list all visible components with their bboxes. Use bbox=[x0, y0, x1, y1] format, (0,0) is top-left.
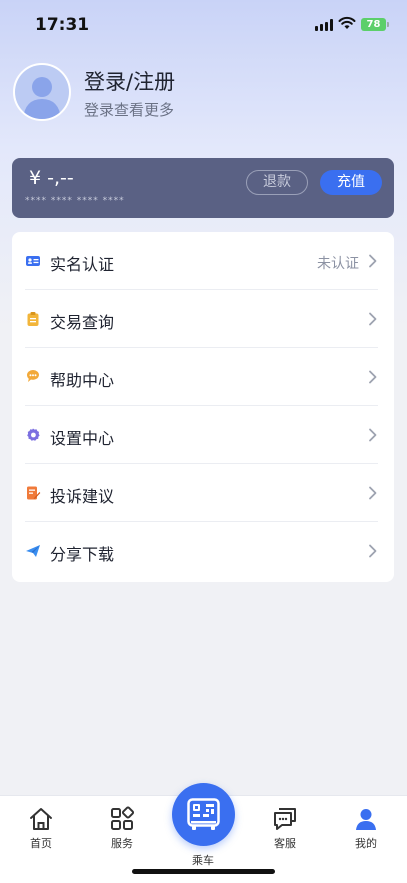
chevron-right-icon bbox=[369, 544, 377, 558]
refund-button[interactable]: 退款 bbox=[246, 170, 308, 195]
customer-service-icon bbox=[274, 808, 296, 830]
menu-item-label: 设置中心 bbox=[50, 429, 115, 448]
chevron-right-icon bbox=[369, 370, 377, 384]
cellular-signal-icon bbox=[315, 19, 333, 31]
login-subtitle: 登录查看更多 bbox=[84, 101, 175, 119]
bus-qr-code-icon bbox=[187, 798, 220, 830]
menu-item-feedback[interactable]: 投诉建议 bbox=[12, 464, 394, 522]
chevron-right-icon bbox=[369, 428, 377, 442]
home-indicator bbox=[132, 869, 275, 874]
login-register-link[interactable]: 登录/注册 bbox=[84, 66, 175, 96]
tab-mine[interactable]: 我的 bbox=[336, 806, 396, 856]
tab-label: 首页 bbox=[30, 837, 52, 850]
menu-item-label: 分享下载 bbox=[50, 545, 115, 564]
menu-item-label: 帮助中心 bbox=[50, 371, 115, 390]
chat-bubble-icon bbox=[27, 370, 39, 382]
menu-list: 实名认证 未认证 交易查询 帮助中心 设置中心 投诉建议 分享下载 bbox=[12, 232, 394, 582]
chevron-right-icon bbox=[369, 486, 377, 500]
tab-home[interactable]: 首页 bbox=[11, 806, 71, 856]
menu-item-help-center[interactable]: 帮助中心 bbox=[12, 348, 394, 406]
avatar[interactable] bbox=[13, 63, 71, 121]
tab-label: 客服 bbox=[274, 837, 296, 850]
menu-item-settings[interactable]: 设置中心 bbox=[12, 406, 394, 464]
ride-button[interactable] bbox=[172, 783, 235, 846]
chevron-right-icon bbox=[369, 254, 377, 268]
edit-note-icon bbox=[27, 486, 41, 500]
menu-item-transaction-query[interactable]: 交易查询 bbox=[12, 290, 394, 348]
user-icon bbox=[356, 809, 376, 830]
clipboard-icon bbox=[27, 312, 39, 326]
gear-icon bbox=[27, 428, 40, 441]
home-icon bbox=[30, 808, 52, 830]
battery-icon: 78 bbox=[361, 18, 389, 31]
id-card-icon bbox=[26, 256, 40, 266]
paper-plane-icon bbox=[26, 545, 40, 557]
grid-apps-icon bbox=[111, 806, 135, 830]
menu-item-real-name-auth[interactable]: 实名认证 未认证 bbox=[12, 232, 394, 290]
auth-status: 未认证 bbox=[317, 256, 359, 272]
balance-amount: ¥ -,-- bbox=[29, 167, 74, 189]
ride-label: 乘车 bbox=[192, 854, 214, 867]
card-number: **** **** **** **** bbox=[25, 196, 125, 206]
recharge-button[interactable]: 充值 bbox=[320, 170, 382, 195]
wifi-icon bbox=[338, 16, 356, 29]
status-bar: 17:31 78 bbox=[0, 0, 407, 50]
tab-label: 服务 bbox=[111, 837, 133, 850]
menu-item-label: 交易查询 bbox=[50, 313, 115, 332]
menu-item-share-download[interactable]: 分享下载 bbox=[12, 522, 394, 580]
tab-label: 我的 bbox=[355, 837, 377, 850]
menu-item-label: 投诉建议 bbox=[50, 487, 115, 506]
chevron-right-icon bbox=[369, 312, 377, 326]
tab-services[interactable]: 服务 bbox=[92, 806, 152, 856]
status-time: 17:31 bbox=[35, 15, 90, 35]
balance-card: ¥ -,-- **** **** **** **** 退款 充值 bbox=[12, 158, 394, 218]
tab-support[interactable]: 客服 bbox=[255, 806, 315, 856]
default-avatar-icon bbox=[15, 65, 69, 119]
menu-item-label: 实名认证 bbox=[50, 255, 115, 274]
